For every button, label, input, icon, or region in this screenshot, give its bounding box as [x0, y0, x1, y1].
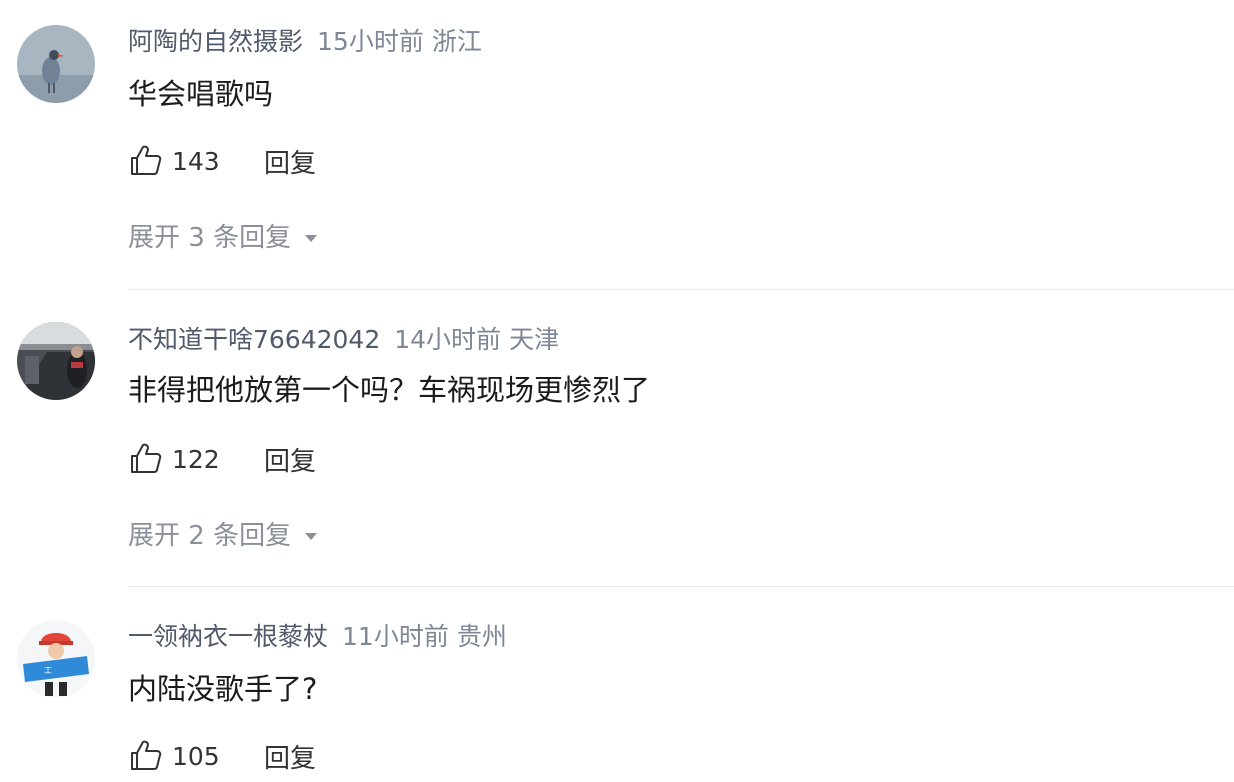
- thumbs-up-icon: [131, 443, 162, 473]
- comment-location: 浙江: [431, 27, 482, 56]
- like-button[interactable]: 122: [128, 441, 252, 477]
- user-avatar[interactable]: [17, 322, 95, 400]
- comment-text: 非得把他放第一个吗？车祸现场更惨烈了: [128, 373, 651, 407]
- comment-time: 11小时前: [342, 622, 449, 651]
- comment-item: 阿陶的自然摄影 15小时前 浙江 华会唱歌吗 143 回复 展开 3 条回复: [0, 0, 1234, 290]
- comment-item: 不知道干啥76642042 14小时前 天津 非得把他放第一个吗？车祸现场更惨烈了 …: [0, 290, 1234, 586]
- svg-text:工: 工: [44, 666, 52, 675]
- expand-replies-label: 展开 2 条回复: [128, 521, 292, 551]
- comment-location: 贵州: [456, 622, 507, 651]
- comment-item: 工 一领衲衣一根藜杖 11小时前 贵州 内陆没歌手了? 105 回复: [0, 587, 1234, 782]
- like-button[interactable]: 105: [128, 738, 252, 774]
- like-count: 105: [172, 741, 220, 771]
- username[interactable]: 不知道干啥76642042: [128, 325, 380, 354]
- subway-photo-avatar-icon: [17, 322, 95, 400]
- reply-button[interactable]: 回复: [264, 441, 316, 478]
- comment-time: 14小时前: [394, 325, 502, 354]
- like-count: 143: [172, 146, 220, 176]
- comment-meta: 阿陶的自然摄影 15小时前 浙江: [128, 25, 482, 59]
- comment-time: 15小时前: [317, 27, 424, 56]
- comment-location: 天津: [509, 325, 560, 354]
- thumbs-up-icon: [131, 740, 162, 770]
- username[interactable]: 一领衲衣一根藜杖: [128, 622, 328, 651]
- like-count: 122: [172, 444, 220, 474]
- comment-meta: 一领衲衣一根藜杖 11小时前 贵州: [128, 620, 507, 654]
- caret-down-icon: [305, 234, 318, 242]
- caret-down-icon: [305, 532, 318, 540]
- comment-actions: 105 回复: [128, 736, 316, 776]
- user-avatar[interactable]: [17, 25, 95, 103]
- user-avatar[interactable]: 工: [17, 620, 95, 698]
- thumbs-up-icon: [131, 145, 162, 175]
- expand-replies-button[interactable]: 展开 3 条回复: [128, 220, 318, 256]
- comment-actions: 143 回复: [128, 141, 316, 181]
- comment-text: 内陆没歌手了?: [128, 672, 318, 706]
- comment-actions: 122 回复: [128, 439, 316, 479]
- comment-text: 华会唱歌吗: [128, 77, 274, 111]
- worker-cartoon-avatar-icon: 工: [17, 620, 95, 698]
- username[interactable]: 阿陶的自然摄影: [128, 27, 303, 56]
- expand-replies-button[interactable]: 展开 2 条回复: [128, 518, 318, 554]
- like-button[interactable]: 143: [128, 143, 252, 179]
- expand-replies-label: 展开 3 条回复: [128, 223, 292, 253]
- reply-button[interactable]: 回复: [264, 143, 316, 180]
- reply-button[interactable]: 回复: [264, 738, 316, 775]
- bird-photo-avatar-icon: [17, 25, 95, 103]
- comment-meta: 不知道干啥76642042 14小时前 天津: [128, 323, 559, 357]
